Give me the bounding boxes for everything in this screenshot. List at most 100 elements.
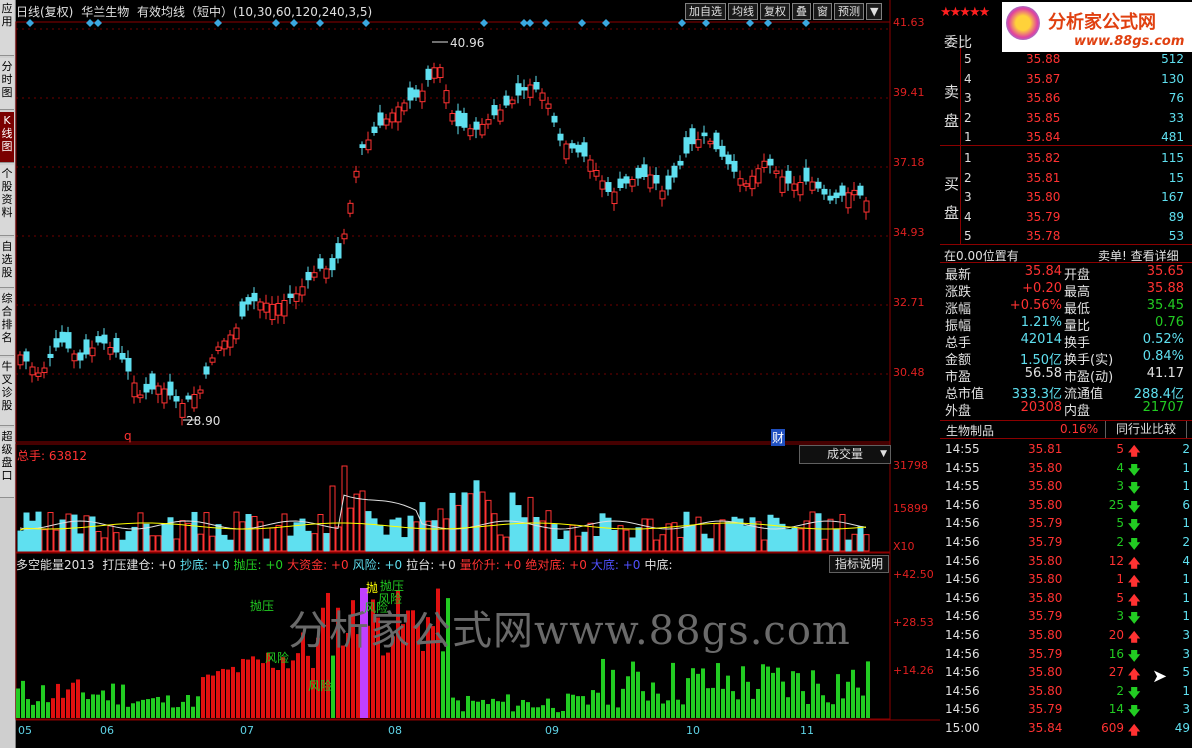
tick-volume: 5 [1116,442,1124,456]
indicator-help-button[interactable]: 指标说明 [829,555,889,573]
indicator-bar [481,699,485,718]
tick-row: 14:55 35.80 4 🡇 1 [940,459,1190,477]
candle-body [299,286,306,296]
indicator-bar [541,705,545,718]
volume-bar [491,513,498,552]
indicator-bar [456,700,460,718]
buy-side-label: 买盘 [944,175,960,222]
indicator-params[interactable]: 有效均线（短中）(10,30,60,120,240,3,5) [137,5,372,19]
volume-bar [629,537,636,552]
ask-row[interactable]: 4 35.87 130 [940,70,1184,89]
ask-row[interactable]: 3 35.86 76 [940,89,1184,108]
toolbar-btn-5[interactable]: 预测 [834,3,864,20]
indicator-bar [761,664,765,718]
indicator-bar [496,701,500,718]
toolbar-btn-4[interactable]: 窗 [813,3,832,20]
candle-body [683,137,690,154]
signal-diamond-icon [542,19,550,27]
ask-row[interactable]: 2 35.85 33 [940,109,1184,128]
volume-bar [407,515,414,552]
volume-bar [59,519,66,552]
toolbar-btn-2[interactable]: 复权 [760,3,790,20]
tick-time: 14:56 [945,702,980,717]
tick-count: 3 [1182,702,1190,717]
tick-count: 49 [1174,721,1190,735]
indicator-bar [61,697,65,718]
indicator-bar [846,681,850,718]
candle-body [203,366,210,375]
quote-value-2: 35.65 [1146,264,1184,279]
volume-dropdown[interactable]: 成交量 ▼ [799,445,891,464]
indicator-bar [731,691,735,718]
dropdown-arrow-icon[interactable]: ▼ [866,3,883,20]
ask-price: 35.88 [1026,52,1061,66]
indicator-bar [36,701,40,718]
volume-bar [701,533,708,552]
candle-body [149,373,156,390]
ask-level: 1 [964,130,972,144]
indicator-bar [681,704,685,718]
marker-cai[interactable]: 财 [771,429,786,446]
candle-body [749,175,756,190]
candle-body [257,301,264,311]
ask-volume: 130 [1161,71,1184,86]
volume-bar [695,516,702,552]
candle-body [197,389,204,394]
bid-row[interactable]: 1 35.82 115 [940,149,1184,168]
volume-bar [311,533,318,552]
toolbar-btn-3[interactable]: 叠 [792,3,811,20]
candle-body [515,83,522,96]
panel-frame [15,21,891,443]
candle-body [611,191,618,205]
indicator-bar [756,688,760,718]
ask-price: 35.87 [1026,71,1061,86]
candle-body [779,176,786,193]
candle-body [437,67,444,79]
ask-level: 5 [964,52,972,66]
indicator-item: 打压建仓: +0 [102,558,176,572]
volume-bar [827,518,834,552]
indicator-bar [786,697,790,718]
indicator-item: 抄底: +0 [179,558,230,572]
period-label[interactable]: 日线(复权) [16,5,73,19]
candle-body [587,159,594,172]
candle-body [83,339,90,355]
candle-body [395,106,402,123]
indicator-bar [576,696,580,718]
quote-value-2: 41.17 [1146,366,1184,381]
bid-row[interactable]: 3 35.80 167 [940,188,1184,207]
indicator-bar [136,701,140,718]
indicator-bar [46,702,50,718]
bid-row[interactable]: 4 35.79 89 [940,208,1184,227]
quote-row: 涨跌 +0.20 最高 35.88 [940,281,1184,300]
indicator-name[interactable]: 多空能量2013 [16,558,95,572]
signal-diamond-icon [94,19,102,27]
indicator-bar [696,673,700,718]
ask-price: 35.85 [1026,110,1061,125]
industry-compare-button[interactable]: 同行业比较 [1105,420,1187,439]
indicator-bar [126,706,130,718]
tick-volume: 27 [1108,665,1124,680]
volume-bar [281,513,288,552]
volume-bar [575,535,582,552]
toolbar-btn-1[interactable]: 均线 [728,3,758,20]
bid-row[interactable]: 2 35.81 15 [940,169,1184,188]
tick-count: 6 [1182,497,1190,512]
volume-bar [125,531,132,552]
indicator-bar [766,666,770,718]
volume-bar [569,524,576,552]
bid-volume: 89 [1168,209,1184,224]
tick-price: 35.84 [1028,721,1063,735]
indicator-bar [31,704,35,718]
ask-row[interactable]: 5 35.88 512 [940,50,1184,69]
indicator-bar [571,694,575,718]
candle-body [503,95,510,106]
tick-row: 14:56 35.80 12 🡅 4 [940,552,1190,570]
toolbar-btn-0[interactable]: 加自选 [685,3,726,20]
volume-bars [17,465,870,552]
indicator-bar [531,707,535,718]
indicator-bar [191,706,195,718]
candle-body [119,352,126,360]
indicator-bar [26,699,30,718]
indicator-bar [16,688,20,718]
